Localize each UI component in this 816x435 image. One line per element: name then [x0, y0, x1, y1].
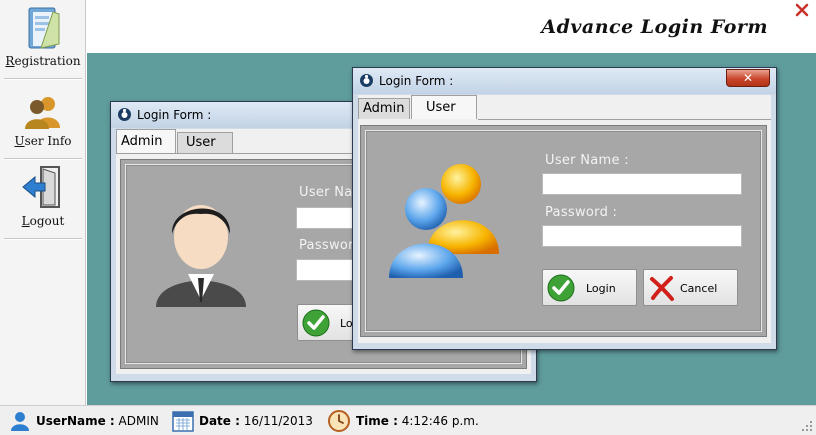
cancel-x-icon [650, 276, 674, 301]
login-dialog-user: Login Form : ✕ Admin User User Name: Pa… [352, 67, 777, 350]
password-input[interactable] [542, 225, 742, 247]
tab-strip-line [478, 119, 771, 120]
tab-label: Admin [121, 134, 163, 149]
sidebar-item-registration[interactable]: Registration [0, 4, 86, 68]
tab-label: User [186, 135, 216, 150]
status-time: Time : 4:12:46 p.m. [356, 414, 479, 428]
status-date: Date : 16/11/2013 [199, 414, 313, 428]
clock-icon [328, 410, 350, 432]
status-date-value: 16/11/2013 [243, 414, 313, 428]
sidebar-item-label: User Info [14, 134, 72, 148]
user-icon [11, 412, 29, 431]
app-icon [360, 74, 373, 87]
dialog-title: Login Form : [379, 74, 454, 88]
app-header: Advance Login Form [87, 0, 816, 53]
dialog-title: Login Form : [137, 108, 212, 122]
tab-label: User [426, 100, 456, 115]
status-time-value: 4:12:46 p.m. [401, 414, 479, 428]
page-title: Advance Login Form [541, 16, 768, 38]
app-icon [118, 108, 131, 121]
tab-label: Admin [363, 101, 405, 116]
calendar-icon [172, 411, 194, 432]
logout-door-icon [22, 166, 60, 208]
status-username: UserName : ADMIN [36, 414, 159, 428]
password-label: Password : [545, 205, 618, 220]
check-icon [547, 274, 575, 302]
login-button[interactable]: Login [542, 269, 637, 306]
status-username-label: UserName : [36, 414, 115, 428]
sidebar-divider [4, 238, 82, 240]
username-label: User Name : [545, 153, 629, 168]
login-button-label: Login [586, 282, 616, 295]
cancel-button-label: Cancel [680, 282, 718, 295]
sidebar: Registration User Info Logout [0, 0, 86, 405]
sidebar-divider [4, 78, 82, 80]
sidebar-divider [4, 158, 82, 160]
login-panel: User Name : Password : Login Cancel [360, 125, 767, 337]
tab-admin[interactable]: Admin [116, 129, 176, 153]
dialog-titlebar[interactable]: Login Form : ✕ [353, 68, 776, 94]
username-input[interactable] [542, 173, 742, 195]
admin-avatar-icon [156, 205, 246, 307]
sidebar-item-label: Registration [5, 54, 81, 68]
status-time-label: Time : [356, 414, 398, 428]
close-icon: ✕ [742, 71, 754, 85]
sidebar-item-user-info[interactable]: User Info [0, 94, 86, 148]
status-username-value: ADMIN [118, 414, 159, 428]
dialog-close-button[interactable]: ✕ [726, 69, 770, 87]
tab-admin[interactable]: Admin [358, 98, 410, 119]
users-icon [25, 97, 60, 129]
resize-grip-icon[interactable] [801, 420, 813, 432]
tab-user[interactable]: User [177, 132, 233, 153]
status-date-label: Date : [199, 414, 240, 428]
close-icon[interactable] [794, 2, 810, 18]
sidebar-item-logout[interactable]: Logout [0, 164, 86, 228]
registration-folder-icon [28, 7, 60, 49]
sidebar-item-label: Logout [21, 214, 65, 228]
users-avatar-icon [389, 164, 499, 278]
tab-user[interactable]: User [411, 95, 477, 119]
dialog-client: Admin User User Name : Password : [358, 95, 771, 343]
status-bar: UserName : ADMIN Date : 16/11/2013 Time … [0, 405, 816, 435]
check-icon [302, 309, 330, 337]
cancel-button[interactable]: Cancel [643, 269, 738, 306]
